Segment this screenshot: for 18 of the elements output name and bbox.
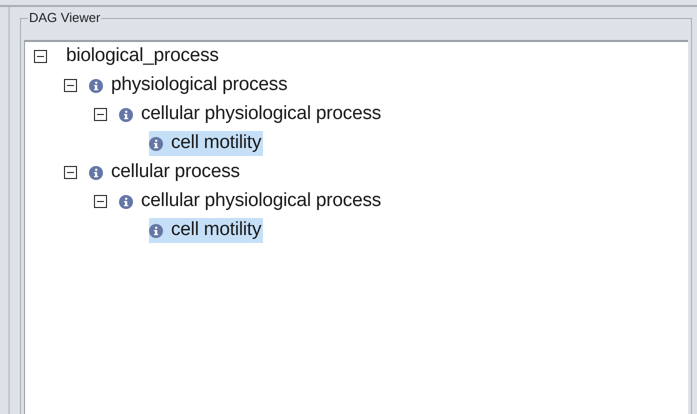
collapse-toggle[interactable] xyxy=(64,166,77,179)
info-icon xyxy=(119,108,133,122)
tree-node[interactable]: cellular process xyxy=(89,160,242,185)
info-icon xyxy=(149,136,163,150)
info-icon xyxy=(149,224,163,238)
tree-node[interactable]: cellular physiological process xyxy=(119,189,384,214)
info-icon xyxy=(89,78,103,92)
info-icon xyxy=(89,166,103,180)
tree-node[interactable]: cell motility xyxy=(149,218,264,243)
tree-node[interactable]: biological_process xyxy=(66,44,221,69)
collapse-toggle[interactable] xyxy=(94,108,107,121)
tree-node[interactable]: physiological process xyxy=(89,73,290,98)
collapse-toggle[interactable] xyxy=(64,79,77,92)
tree-node[interactable]: cell motility xyxy=(149,131,264,156)
info-icon xyxy=(119,194,133,208)
collapse-toggle[interactable] xyxy=(34,50,47,63)
collapse-toggle[interactable] xyxy=(94,195,107,208)
tree-node[interactable]: cellular physiological process xyxy=(119,102,384,127)
